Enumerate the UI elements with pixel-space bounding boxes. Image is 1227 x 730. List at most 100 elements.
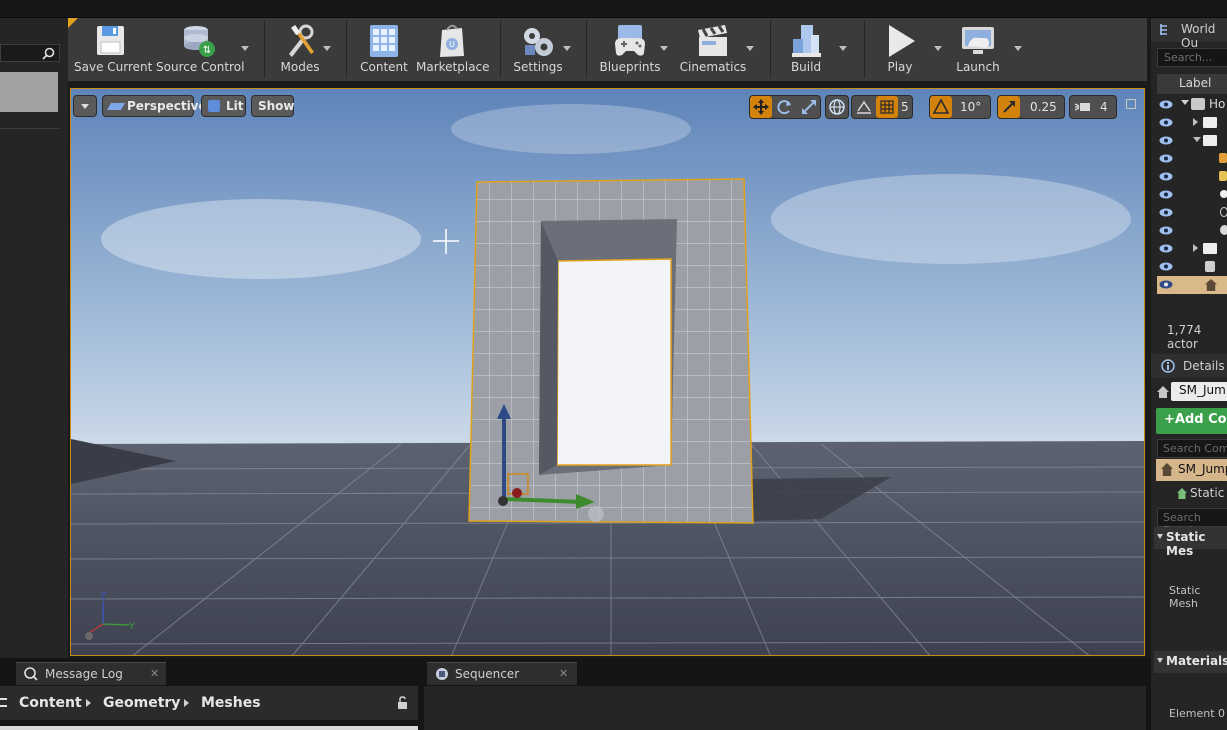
sphere-actor-icon xyxy=(1220,190,1227,198)
visibility-eye-icon[interactable] xyxy=(1159,244,1173,253)
visibility-eye-icon[interactable] xyxy=(1159,100,1173,109)
camera-speed-group[interactable]: 4 xyxy=(1069,95,1117,119)
launch-button[interactable]: Launch xyxy=(944,18,1012,80)
save-current-button[interactable]: Save Current xyxy=(74,18,152,80)
static-mesh-component-row[interactable]: Static xyxy=(1156,486,1224,500)
play-dropdown-arrow[interactable] xyxy=(934,46,942,51)
breadcrumb-arrow-icon[interactable] xyxy=(86,699,91,707)
grid-snap-toggle[interactable] xyxy=(876,96,898,118)
outliner-label-header[interactable]: Label xyxy=(1157,74,1227,94)
lit-button[interactable]: Lit xyxy=(201,95,246,117)
outliner-row-folder[interactable] xyxy=(1157,114,1227,132)
modes-search-input[interactable] xyxy=(0,44,60,62)
expand-arrow-icon[interactable] xyxy=(1193,137,1201,142)
rotation-snap-toggle[interactable] xyxy=(930,96,952,118)
actor-name-field[interactable]: SM_Jum xyxy=(1171,382,1227,401)
scale-snap-group: 0.25 xyxy=(997,95,1065,119)
materials-section-header[interactable]: Materials xyxy=(1154,651,1227,673)
outliner-row-actor[interactable] xyxy=(1157,222,1227,240)
search-details-input[interactable]: Search Detai xyxy=(1157,508,1227,537)
world-outliner-tab[interactable]: World Ou xyxy=(1151,18,1227,50)
svg-text:U: U xyxy=(449,40,455,49)
show-button[interactable]: Show xyxy=(251,95,295,117)
maximize-viewport-button[interactable] xyxy=(1126,99,1136,109)
breadcrumb-geometry[interactable]: Geometry xyxy=(103,695,180,711)
fog-actor-icon xyxy=(1220,207,1227,217)
search-components-input[interactable]: Search Com xyxy=(1157,439,1227,458)
shopping-bag-icon: U xyxy=(440,24,464,57)
breadcrumb-arrow-icon[interactable] xyxy=(184,699,189,707)
outliner-row-actor[interactable] xyxy=(1157,258,1227,276)
details-tab[interactable]: Details xyxy=(1151,354,1227,378)
outliner-icon xyxy=(1160,24,1167,35)
outliner-row-selected[interactable] xyxy=(1157,276,1227,294)
level-viewport[interactable]: Z Y Perspective Lit Show 5 10° 0.25 4 xyxy=(70,88,1145,656)
breadcrumb-meshes[interactable]: Meshes xyxy=(201,695,261,711)
outliner-row-folder[interactable] xyxy=(1157,240,1227,258)
visibility-eye-icon[interactable] xyxy=(1159,154,1173,163)
bottom-panel: Message Log ✕ Sequencer ✕ Content Geomet… xyxy=(0,658,1151,730)
move-arrows-icon xyxy=(753,99,769,115)
message-log-tab[interactable]: Message Log ✕ xyxy=(16,662,166,685)
visibility-eye-icon[interactable] xyxy=(1159,190,1173,199)
cinematics-button[interactable]: Cinematics xyxy=(676,18,750,80)
scale-snap-value[interactable]: 0.25 xyxy=(1030,96,1057,118)
modes-dropdown-arrow[interactable] xyxy=(323,46,331,51)
visibility-eye-icon[interactable] xyxy=(1159,118,1173,127)
close-sequencer-icon[interactable]: ✕ xyxy=(559,667,568,680)
visibility-eye-icon[interactable] xyxy=(1159,172,1173,181)
source-control-button[interactable]: ⇅ Source Control xyxy=(156,18,244,80)
surface-snap-button[interactable] xyxy=(854,96,874,118)
outliner-row-actor[interactable] xyxy=(1157,150,1227,168)
play-button[interactable]: Play xyxy=(868,18,932,80)
world-local-toggle[interactable] xyxy=(825,95,849,119)
settings-dropdown-arrow[interactable] xyxy=(563,46,571,51)
static-mesh-section-header[interactable]: Static Mes xyxy=(1154,527,1227,558)
menu-lines-icon[interactable] xyxy=(0,698,7,707)
source-control-dropdown-arrow[interactable] xyxy=(241,46,249,51)
visibility-eye-icon[interactable] xyxy=(1159,136,1173,145)
collapse-arrow-icon[interactable] xyxy=(1193,118,1198,126)
settings-button[interactable]: Settings xyxy=(506,18,570,80)
sequencer-tab[interactable]: Sequencer ✕ xyxy=(427,662,577,685)
marketplace-button[interactable]: U Marketplace xyxy=(416,18,490,80)
cinematics-dropdown-arrow[interactable] xyxy=(746,46,754,51)
content-label: Content xyxy=(360,60,408,74)
collapse-arrow-icon[interactable] xyxy=(1193,244,1198,252)
grid-snap-value[interactable]: 5 xyxy=(901,96,909,118)
breadcrumb-content[interactable]: Content xyxy=(19,695,82,711)
visibility-eye-icon[interactable] xyxy=(1159,226,1173,235)
perspective-label: Perspective xyxy=(127,99,207,113)
static-mesh-section-label: Static Mes xyxy=(1166,530,1206,558)
outliner-row-folder[interactable] xyxy=(1157,132,1227,150)
content-button[interactable]: Content xyxy=(352,18,416,80)
visibility-eye-icon[interactable] xyxy=(1159,280,1173,289)
outliner-row-actor[interactable] xyxy=(1157,204,1227,222)
build-dropdown-arrow[interactable] xyxy=(839,46,847,51)
outliner-search-input[interactable]: Search... xyxy=(1157,48,1227,67)
outliner-row-actor[interactable] xyxy=(1157,168,1227,186)
scale-snap-toggle[interactable] xyxy=(998,96,1020,118)
component-root-row[interactable]: SM_Jump xyxy=(1156,459,1227,481)
viewport-options-button[interactable] xyxy=(73,95,97,117)
build-button[interactable]: Build xyxy=(774,18,838,80)
scale-mode-button[interactable] xyxy=(798,96,820,118)
outliner-row-actor[interactable] xyxy=(1157,186,1227,204)
lock-icon[interactable] xyxy=(395,696,409,710)
visibility-eye-icon[interactable] xyxy=(1159,208,1173,217)
modes-selected-item[interactable] xyxy=(0,72,58,112)
translate-mode-button[interactable] xyxy=(750,96,772,118)
close-message-log-icon[interactable]: ✕ xyxy=(150,667,159,680)
outliner-row-world[interactable]: Ho xyxy=(1157,96,1227,114)
perspective-button[interactable]: Perspective xyxy=(102,95,207,117)
add-component-button[interactable]: +Add Co xyxy=(1156,408,1227,434)
search-icon xyxy=(42,47,55,60)
blueprints-dropdown-arrow[interactable] xyxy=(660,46,668,51)
visibility-eye-icon[interactable] xyxy=(1159,262,1173,271)
blueprints-button[interactable]: Blueprints xyxy=(594,18,666,80)
launch-dropdown-arrow[interactable] xyxy=(1014,46,1022,51)
expand-arrow-icon[interactable] xyxy=(1181,100,1189,105)
rotate-mode-button[interactable] xyxy=(774,96,796,118)
rotation-snap-value[interactable]: 10° xyxy=(960,96,981,118)
scale-snap-icon xyxy=(1003,101,1015,113)
